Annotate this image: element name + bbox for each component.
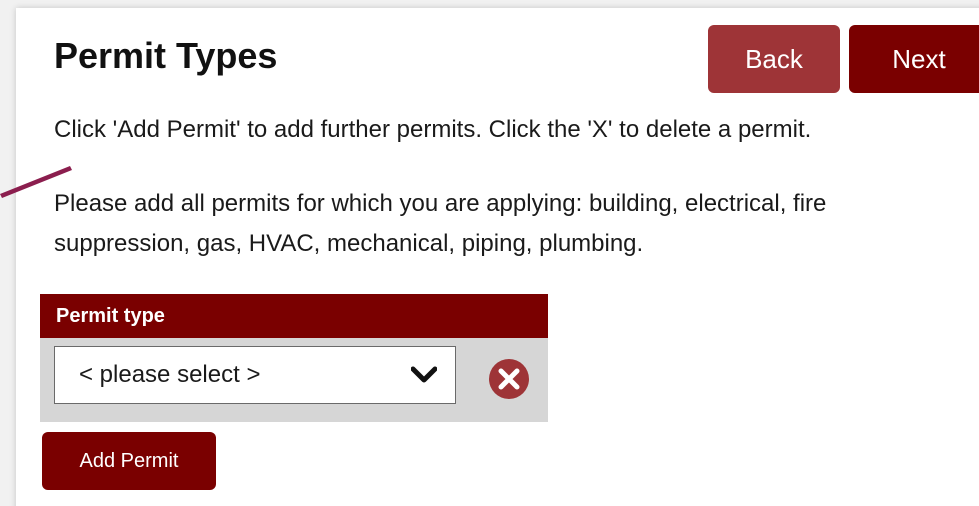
back-button[interactable]: Back [708,25,840,93]
add-permit-button[interactable]: Add Permit [42,432,216,490]
permit-type-header: Permit type [40,294,548,338]
permit-type-select[interactable]: < please select > [54,346,456,404]
permit-type-select-value: < please select > [79,361,261,388]
permit-list-text-line-2: suppression, gas, HVAC, mechanical, pipi… [54,230,644,257]
next-button[interactable]: Next [849,25,979,93]
instruction-text: Click 'Add Permit' to add further permit… [54,116,812,143]
delete-permit-button[interactable] [486,356,532,402]
screen: Permit Types Back Next Click 'Add Permit… [0,0,979,506]
chevron-down-icon [411,366,437,383]
permit-list-text-line-1: Please add all permits for which you are… [54,190,827,217]
permit-table: Permit type < please select > [40,294,548,422]
page-title: Permit Types [54,35,278,76]
